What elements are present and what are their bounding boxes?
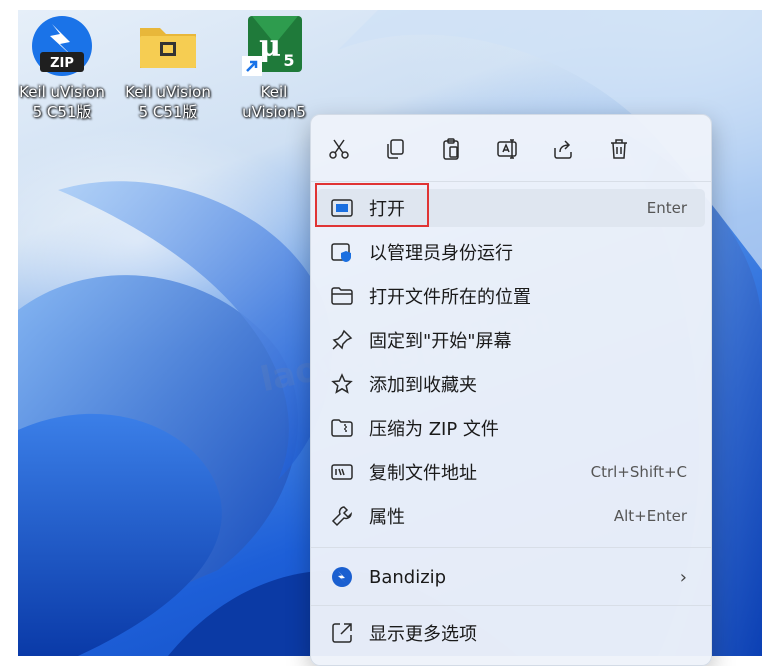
menu-item-copy-path[interactable]: 复制文件地址 Ctrl+Shift+C bbox=[317, 453, 705, 491]
share-button[interactable] bbox=[545, 131, 581, 167]
label-line-2: 5 C51版 bbox=[32, 103, 92, 121]
context-menu: 打开 Enter 以管理员身份运行 打开文件所在的位置 固定到"开始"屏幕 添加… bbox=[310, 114, 712, 666]
menu-item-label: 添加到收藏夹 bbox=[369, 375, 477, 396]
menu-separator bbox=[311, 605, 711, 606]
chevron-right-icon: › bbox=[679, 566, 687, 588]
menu-item-pin-to-start[interactable]: 固定到"开始"屏幕 bbox=[317, 321, 705, 359]
label-line-1: Keil bbox=[260, 83, 288, 101]
rename-button[interactable] bbox=[489, 131, 525, 167]
folder-outline-icon bbox=[329, 283, 355, 309]
keil-uvision-icon: μ 5 bbox=[242, 14, 306, 78]
zip-badge-text: ZIP bbox=[50, 56, 74, 71]
menu-separator bbox=[311, 547, 711, 548]
clipboard-icon bbox=[443, 138, 459, 160]
highlight-box bbox=[315, 183, 429, 227]
cut-button[interactable] bbox=[321, 131, 357, 167]
desktop-icon-keil-c51-zip[interactable]: ZIP Keil uVision 5 C51版 bbox=[18, 14, 114, 122]
desktop-icon-keil-c51-folder[interactable]: Keil uVision 5 C51版 bbox=[116, 14, 220, 122]
menu-item-shortcut: Ctrl+Shift+C bbox=[590, 463, 687, 481]
menu-item-label: 属性 bbox=[369, 507, 405, 528]
pin-icon bbox=[329, 327, 355, 353]
shield-window-icon bbox=[329, 239, 355, 265]
copy-icon bbox=[387, 139, 404, 159]
desktop-icon-label: Keil uVision 5 C51版 bbox=[18, 82, 114, 122]
menu-item-shortcut: Alt+Enter bbox=[613, 507, 687, 525]
trash-icon bbox=[611, 139, 627, 159]
desktop-icon-label: Keil uVision5 bbox=[222, 82, 326, 122]
menu-item-label: 打开文件所在的位置 bbox=[369, 287, 531, 308]
copy-path-icon bbox=[329, 459, 355, 485]
menu-item-show-more-options[interactable]: 显示更多选项 bbox=[317, 614, 705, 652]
star-icon bbox=[329, 371, 355, 397]
menu-item-label: 压缩为 ZIP 文件 bbox=[369, 419, 499, 440]
menu-item-label: 显示更多选项 bbox=[369, 624, 477, 645]
zip-archive-icon: ZIP bbox=[30, 14, 94, 78]
menu-item-properties[interactable]: 属性 Alt+Enter bbox=[317, 497, 705, 535]
share-icon bbox=[554, 140, 572, 159]
scissors-icon bbox=[329, 139, 349, 159]
menu-item-shortcut: Enter bbox=[646, 199, 687, 217]
mu-glyph: μ bbox=[259, 29, 281, 64]
menu-item-label: 固定到"开始"屏幕 bbox=[369, 331, 512, 352]
bandizip-icon bbox=[329, 564, 355, 590]
rename-icon bbox=[497, 139, 517, 159]
label-line-2: 5 C51版 bbox=[138, 103, 198, 121]
more-options-icon bbox=[329, 620, 355, 646]
folder-icon bbox=[136, 14, 200, 78]
delete-button[interactable] bbox=[601, 131, 637, 167]
label-line-1: Keil uVision bbox=[19, 83, 105, 101]
menu-item-add-to-favorites[interactable]: 添加到收藏夹 bbox=[317, 365, 705, 403]
desktop-icon-label: Keil uVision 5 C51版 bbox=[116, 82, 220, 122]
desktop-icon-keil-uvision5[interactable]: μ 5 Keil uVision5 bbox=[222, 14, 326, 122]
menu-item-compress-zip[interactable]: 压缩为 ZIP 文件 bbox=[317, 409, 705, 447]
wrench-icon bbox=[329, 503, 355, 529]
context-menu-toolbar bbox=[321, 131, 657, 167]
menu-item-label: Bandizip bbox=[369, 566, 447, 588]
zip-folder-icon bbox=[329, 415, 355, 441]
paste-button[interactable] bbox=[433, 131, 469, 167]
menu-item-label: 复制文件地址 bbox=[369, 463, 477, 484]
version-glyph: 5 bbox=[283, 51, 294, 70]
label-line-1: Keil uVision bbox=[125, 83, 211, 101]
copy-button[interactable] bbox=[377, 131, 413, 167]
menu-item-run-as-admin[interactable]: 以管理员身份运行 bbox=[317, 233, 705, 271]
menu-item-label: 以管理员身份运行 bbox=[369, 243, 513, 264]
toolbar-separator bbox=[311, 181, 711, 182]
menu-item-bandizip[interactable]: Bandizip › bbox=[317, 558, 705, 596]
menu-item-open-file-location[interactable]: 打开文件所在的位置 bbox=[317, 277, 705, 315]
